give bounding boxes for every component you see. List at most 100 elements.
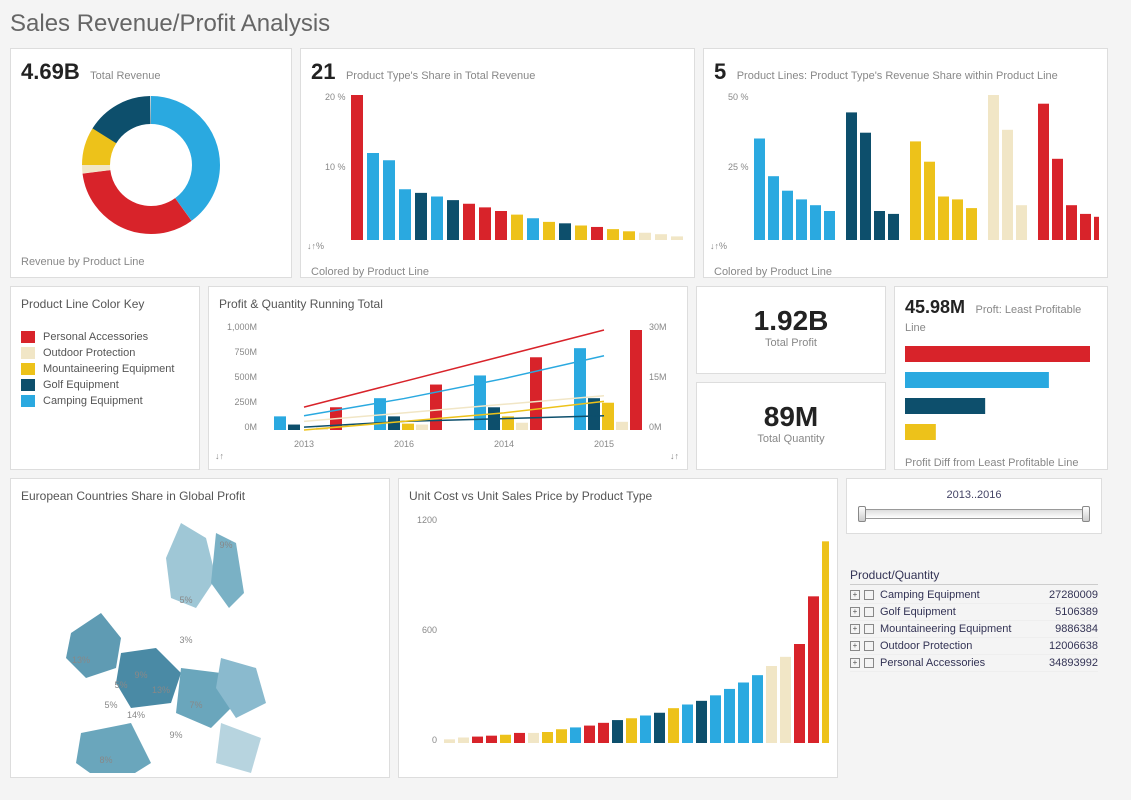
sort-icon[interactable]: ↓↑% [710, 241, 727, 251]
checkbox-icon[interactable] [864, 607, 874, 617]
legend-item[interactable]: Camping Equipment [21, 395, 189, 407]
kpi-stack: 1.92B Total Profit 89M Total Quantity [696, 286, 886, 470]
svg-text:2013: 2013 [294, 439, 314, 449]
kpi-lines-label: Product Lines: Product Type's Revenue Sh… [737, 70, 1058, 82]
tree-row[interactable]: + Personal Accessories34893992 [850, 655, 1098, 672]
card-total-qty: 89M Total Quantity [696, 382, 886, 470]
lines-ymid: 25 % [728, 162, 749, 172]
svg-text:5%: 5% [179, 595, 192, 605]
svg-text:9%: 9% [169, 730, 182, 740]
card-running-total: Profit & Quantity Running Total 1,000M75… [208, 286, 688, 470]
svg-text:1,000M: 1,000M [227, 322, 257, 332]
expand-icon[interactable]: + [850, 624, 860, 634]
tree-row[interactable]: + Mountaineering Equipment9886384 [850, 621, 1098, 638]
tree-label: Mountaineering Equipment [880, 623, 1055, 635]
svg-text:30M: 30M [649, 322, 667, 332]
year-slider[interactable] [859, 509, 1089, 519]
legend-title: Product Line Color Key [21, 297, 189, 311]
tree-label: Camping Equipment [880, 589, 1049, 601]
kpi-share-value: 21 [311, 59, 335, 84]
kpi-total-revenue-value: 4.69B [21, 59, 80, 84]
tree-value: 9886384 [1055, 623, 1098, 635]
tree-row[interactable]: + Camping Equipment27280009 [850, 587, 1098, 604]
donut-caption: Revenue by Product Line [21, 256, 281, 268]
checkbox-icon[interactable] [864, 624, 874, 634]
expand-icon[interactable]: + [850, 607, 860, 617]
svg-text:8%: 8% [99, 755, 112, 765]
card-legend: Product Line Color Key Personal Accessor… [10, 286, 200, 470]
tree-row[interactable]: +Outdoor Protection12006638 [850, 638, 1098, 655]
share-ymid: 10 % [325, 162, 346, 172]
svg-text:9%: 9% [134, 670, 147, 680]
least-bar-chart[interactable] [905, 336, 1099, 446]
share-caption: Colored by Product Line [311, 266, 684, 278]
card-lines-share: 5 Product Lines: Product Type's Revenue … [703, 48, 1108, 278]
tree-row[interactable]: +Golf Equipment5106389 [850, 604, 1098, 621]
row-2: Product Line Color Key Personal Accessor… [10, 286, 1121, 470]
svg-text:7%: 7% [189, 700, 202, 710]
slider-label: 2013..2016 [857, 489, 1091, 501]
kpi-total-revenue-label: Total Revenue [90, 70, 160, 82]
expand-icon[interactable]: + [850, 641, 860, 651]
legend-item[interactable]: Personal Accessories [21, 331, 189, 343]
svg-text:5%: 5% [114, 680, 127, 690]
europe-map[interactable]: 9%5%3%13%9%5%13%7%14%5%9%8% [21, 503, 381, 773]
tree-value: 27280009 [1049, 589, 1098, 601]
checkbox-icon[interactable] [864, 658, 874, 668]
filter-panel: 2013..2016 Product/Quantity + Camping Equ… [846, 478, 1102, 778]
svg-text:0M: 0M [649, 422, 662, 432]
running-title: Profit & Quantity Running Total [219, 297, 677, 311]
donut-chart[interactable] [21, 85, 281, 245]
unit-cost-chart[interactable]: 12006000 [409, 503, 829, 773]
lines-caption: Colored by Product Line [714, 266, 1097, 278]
card-total-revenue: 4.69B Total Revenue Revenue by Product L… [10, 48, 292, 278]
lines-bar-chart[interactable]: 50 % 25 % [714, 85, 1099, 255]
map-title: European Countries Share in Global Profi… [21, 489, 379, 503]
svg-text:500M: 500M [234, 372, 257, 382]
total-qty-value: 89M [764, 401, 818, 432]
svg-text:2016: 2016 [394, 439, 414, 449]
row-1: 4.69B Total Revenue Revenue by Product L… [10, 48, 1121, 278]
svg-text:13%: 13% [152, 685, 170, 695]
checkbox-icon[interactable] [864, 641, 874, 651]
card-unit-cost: Unit Cost vs Unit Sales Price by Product… [398, 478, 838, 778]
svg-text:9%: 9% [219, 540, 232, 550]
sort-icon-right[interactable]: ↓↑ [670, 451, 679, 461]
svg-text:250M: 250M [234, 397, 257, 407]
legend-swatch [21, 395, 35, 407]
legend-label: Golf Equipment [43, 379, 119, 391]
slider-thumb-right[interactable] [1082, 506, 1090, 522]
expand-icon[interactable]: + [850, 590, 860, 600]
kpi-lines-value: 5 [714, 59, 726, 84]
share-bar-chart[interactable]: 20 % 10 % [311, 85, 686, 255]
legend-label: Mountaineering Equipment [43, 363, 174, 375]
svg-text:15M: 15M [649, 372, 667, 382]
legend-swatch [21, 331, 35, 343]
tree-label: Personal Accessories [880, 657, 1049, 669]
card-share-revenue: 21 Product Type's Share in Total Revenue… [300, 48, 695, 278]
total-qty-label: Total Quantity [707, 433, 875, 445]
total-profit-value: 1.92B [754, 305, 829, 336]
sort-icon[interactable]: ↓↑ [215, 451, 224, 461]
legend-item[interactable]: Golf Equipment [21, 379, 189, 391]
svg-text:600: 600 [422, 625, 437, 635]
checkbox-icon[interactable] [864, 590, 874, 600]
legend-item[interactable]: Outdoor Protection [21, 347, 189, 359]
card-year-slider: 2013..2016 [846, 478, 1102, 534]
share-ymax: 20 % [325, 92, 346, 102]
slider-thumb-left[interactable] [858, 506, 866, 522]
tree-value: 34893992 [1049, 657, 1098, 669]
expand-icon[interactable]: + [850, 658, 860, 668]
sort-icon[interactable]: ↓↑% [307, 241, 324, 251]
row-3: European Countries Share in Global Profi… [10, 478, 1121, 778]
running-chart[interactable]: 1,000M750M500M250M0M30M15M0M201320162014… [219, 315, 679, 455]
svg-text:14%: 14% [127, 710, 145, 720]
legend-item[interactable]: Mountaineering Equipment [21, 363, 189, 375]
card-least-profit: 45.98M Proft: Least Profitable Line Prof… [894, 286, 1108, 470]
legend-label: Personal Accessories [43, 331, 148, 343]
svg-text:0: 0 [432, 735, 437, 745]
tree-header: Product/Quantity [850, 568, 1098, 585]
page-title: Sales Revenue/Profit Analysis [10, 10, 1121, 38]
svg-text:5%: 5% [104, 700, 117, 710]
svg-text:13%: 13% [72, 655, 90, 665]
